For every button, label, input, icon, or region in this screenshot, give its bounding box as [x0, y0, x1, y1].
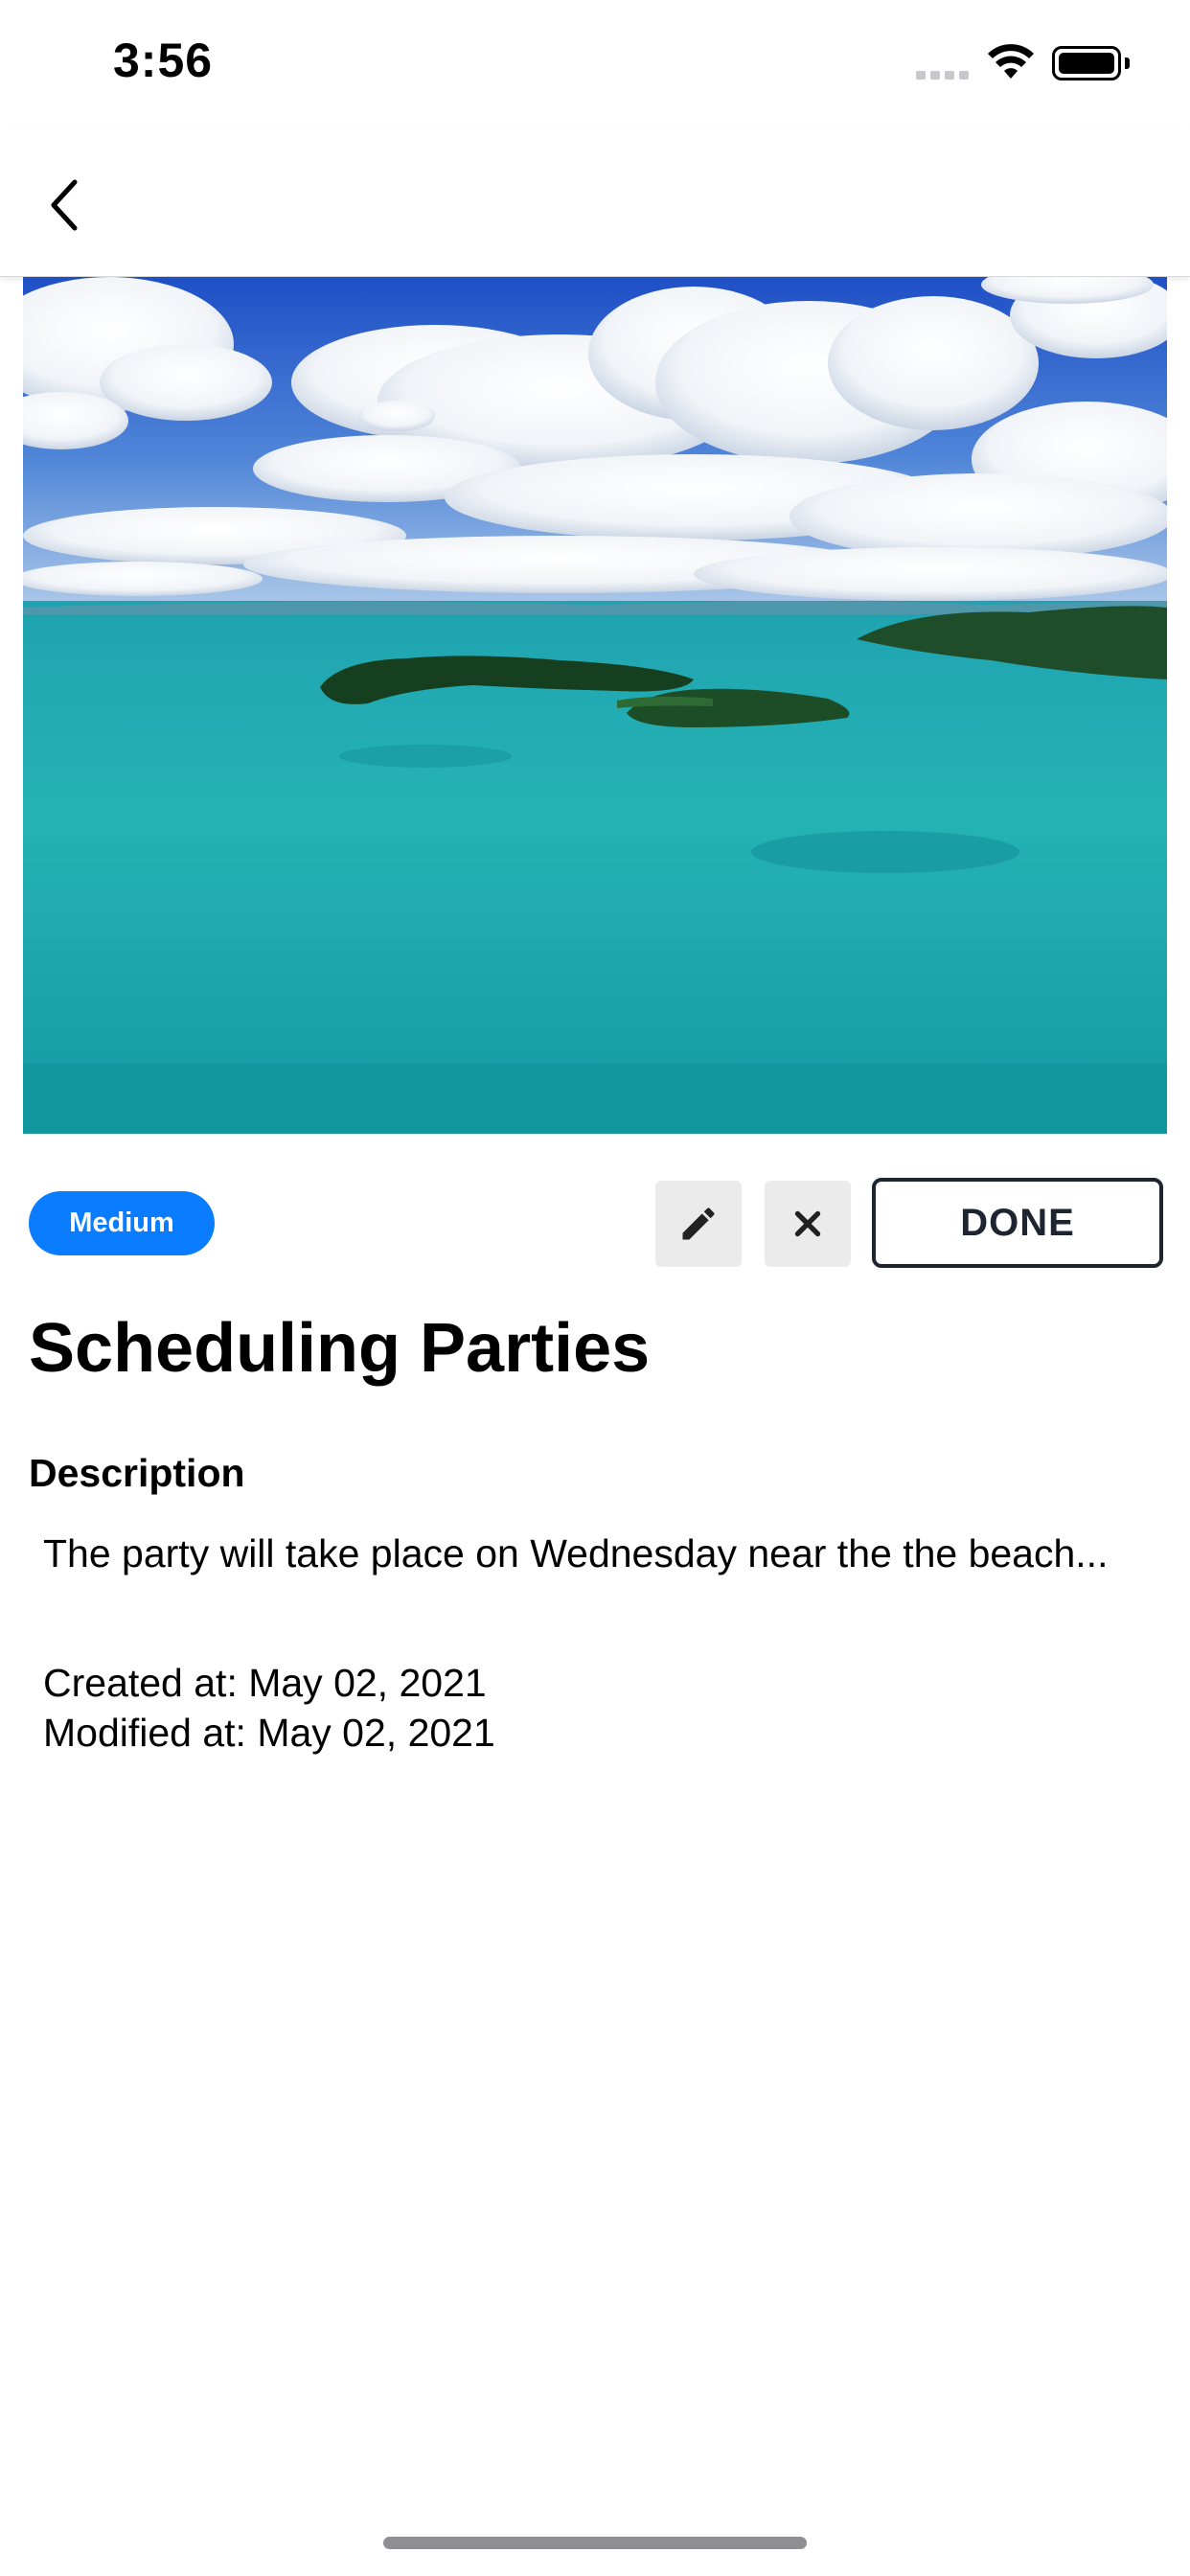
task-title: Scheduling Parties	[29, 1310, 651, 1387]
status-bar: 3:56	[0, 0, 1190, 126]
chevron-left-icon	[51, 179, 78, 231]
done-button[interactable]: DONE	[872, 1178, 1163, 1268]
edit-button[interactable]	[655, 1181, 742, 1267]
priority-badge: Medium	[29, 1191, 215, 1255]
pencil-icon	[682, 1208, 715, 1240]
back-button[interactable]	[34, 167, 92, 243]
battery-cap	[1125, 58, 1130, 69]
close-icon	[794, 1210, 821, 1237]
wifi-icon	[988, 44, 1034, 79]
modified-date: Modified at: May 02, 2021	[43, 1711, 495, 1755]
battery-icon	[1052, 46, 1121, 80]
status-time: 3:56	[113, 34, 214, 87]
description-heading: Description	[29, 1451, 245, 1495]
home-indicator	[383, 2537, 807, 2549]
description-text: The party will take place on Wednesday n…	[43, 1531, 1109, 1576]
created-date: Created at: May 02, 2021	[43, 1661, 487, 1705]
task-image	[23, 277, 1167, 1134]
delete-button[interactable]	[765, 1181, 851, 1267]
navigation-bar	[0, 126, 1190, 277]
signal-icon	[916, 71, 969, 80]
